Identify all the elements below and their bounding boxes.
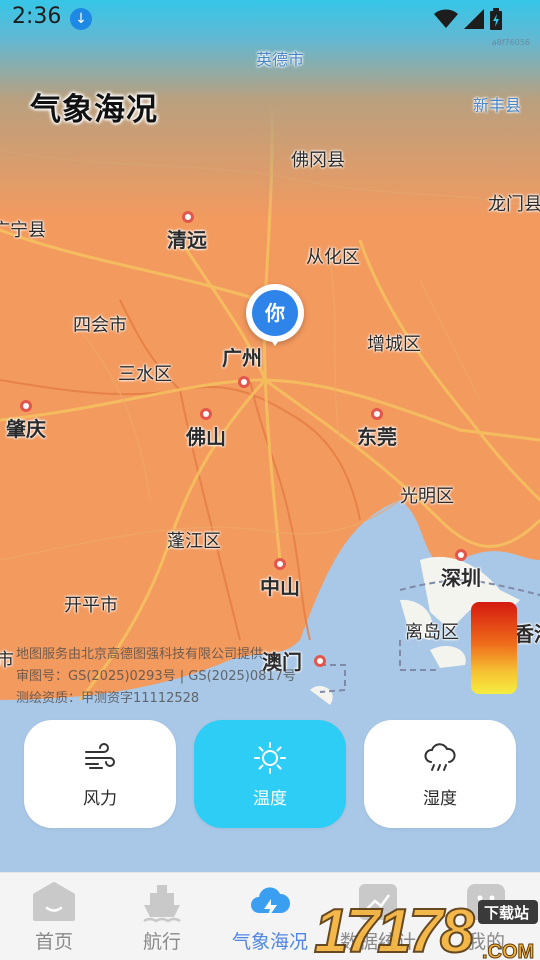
city-label: 市: [0, 650, 14, 671]
city-label: 肇庆: [6, 417, 46, 441]
city-label: 从化区: [306, 247, 360, 268]
city-label: 深圳: [441, 566, 481, 590]
city-label: 四会市: [73, 315, 127, 336]
map-credits: 地图服务由北京高德图强科技有限公司提供 审图号：GS(2025)0293号 | …: [16, 644, 296, 710]
city-marker: [20, 400, 32, 412]
credit-line: 审图号：GS(2025)0293号 | GS(2025)0817号: [16, 669, 296, 684]
city-marker: [200, 408, 212, 420]
city-marker: [314, 655, 326, 667]
status-bar: 2:36 ↓: [0, 0, 540, 38]
city-label: 广宁县: [0, 220, 46, 241]
city-label: 龙门县: [488, 194, 540, 215]
city-marker: [455, 549, 467, 561]
wind-mode-label: 风力: [83, 789, 117, 809]
nav-label: 首页: [34, 931, 73, 953]
watermark-logo: 17178 .COM 下载站: [313, 896, 538, 960]
city-label: 清远: [167, 228, 207, 252]
city-label: 英德市: [256, 50, 305, 69]
city-marker: [371, 408, 383, 420]
ship-icon: [143, 885, 181, 923]
battery-icon: [490, 8, 502, 30]
wind-icon: [85, 743, 115, 769]
wifi-icon: [434, 9, 458, 28]
city-label: 三水区: [118, 364, 172, 385]
download-icon: ↓: [70, 8, 92, 30]
credit-line: 测绘资质：甲测资字11112528: [16, 691, 200, 706]
wind-mode-button[interactable]: 风力: [24, 720, 176, 828]
signal-icon: [464, 9, 484, 29]
nav-label: 气象海况: [231, 931, 308, 953]
nav-label: 航行: [142, 931, 181, 953]
temperature-legend: [471, 602, 517, 694]
credit-line: 地图服务由北京高德图强科技有限公司提供: [16, 647, 264, 662]
city-label: 中山: [260, 575, 300, 599]
nav-item-sail[interactable]: 航行: [108, 873, 216, 960]
weather-icon: [251, 887, 291, 919]
page-title: 气象海况: [30, 92, 158, 128]
temperature-mode-label: 温度: [253, 789, 287, 809]
city-label: 佛冈县: [291, 150, 345, 171]
humidity-mode-button[interactable]: 湿度: [364, 720, 516, 828]
city-marker: [238, 376, 250, 388]
city-label: 蓬江区: [167, 531, 221, 552]
humidity-mode-label: 湿度: [423, 789, 457, 809]
svg-text:17178: 17178: [314, 897, 475, 960]
city-label: 光明区: [400, 486, 454, 507]
sun-icon: [254, 742, 286, 774]
status-time: 2:36: [12, 4, 62, 29]
temperature-mode-button[interactable]: 温度: [194, 720, 346, 828]
city-label: 东莞: [357, 425, 397, 449]
you-label: 你: [252, 290, 298, 336]
city-marker: [274, 558, 286, 570]
nav-item-weather[interactable]: 气象海况: [216, 873, 324, 960]
city-label: 香港: [514, 622, 540, 646]
city-marker: [182, 211, 194, 223]
city-label: 开平市: [64, 595, 118, 616]
city-label: 佛山: [186, 425, 226, 449]
city-label: 离岛区: [405, 622, 459, 643]
svg-text:下载站: 下载站: [484, 904, 529, 922]
city-label: 增城区: [367, 334, 421, 355]
city-label: 新丰县: [473, 96, 522, 115]
rain-cloud-icon: [424, 743, 456, 771]
nav-item-home[interactable]: 首页: [0, 873, 108, 960]
home-icon: [33, 882, 75, 921]
current-location-marker[interactable]: 你: [246, 284, 306, 350]
svg-text:.COM: .COM: [482, 941, 534, 960]
corner-code: a8f76056: [491, 38, 530, 47]
